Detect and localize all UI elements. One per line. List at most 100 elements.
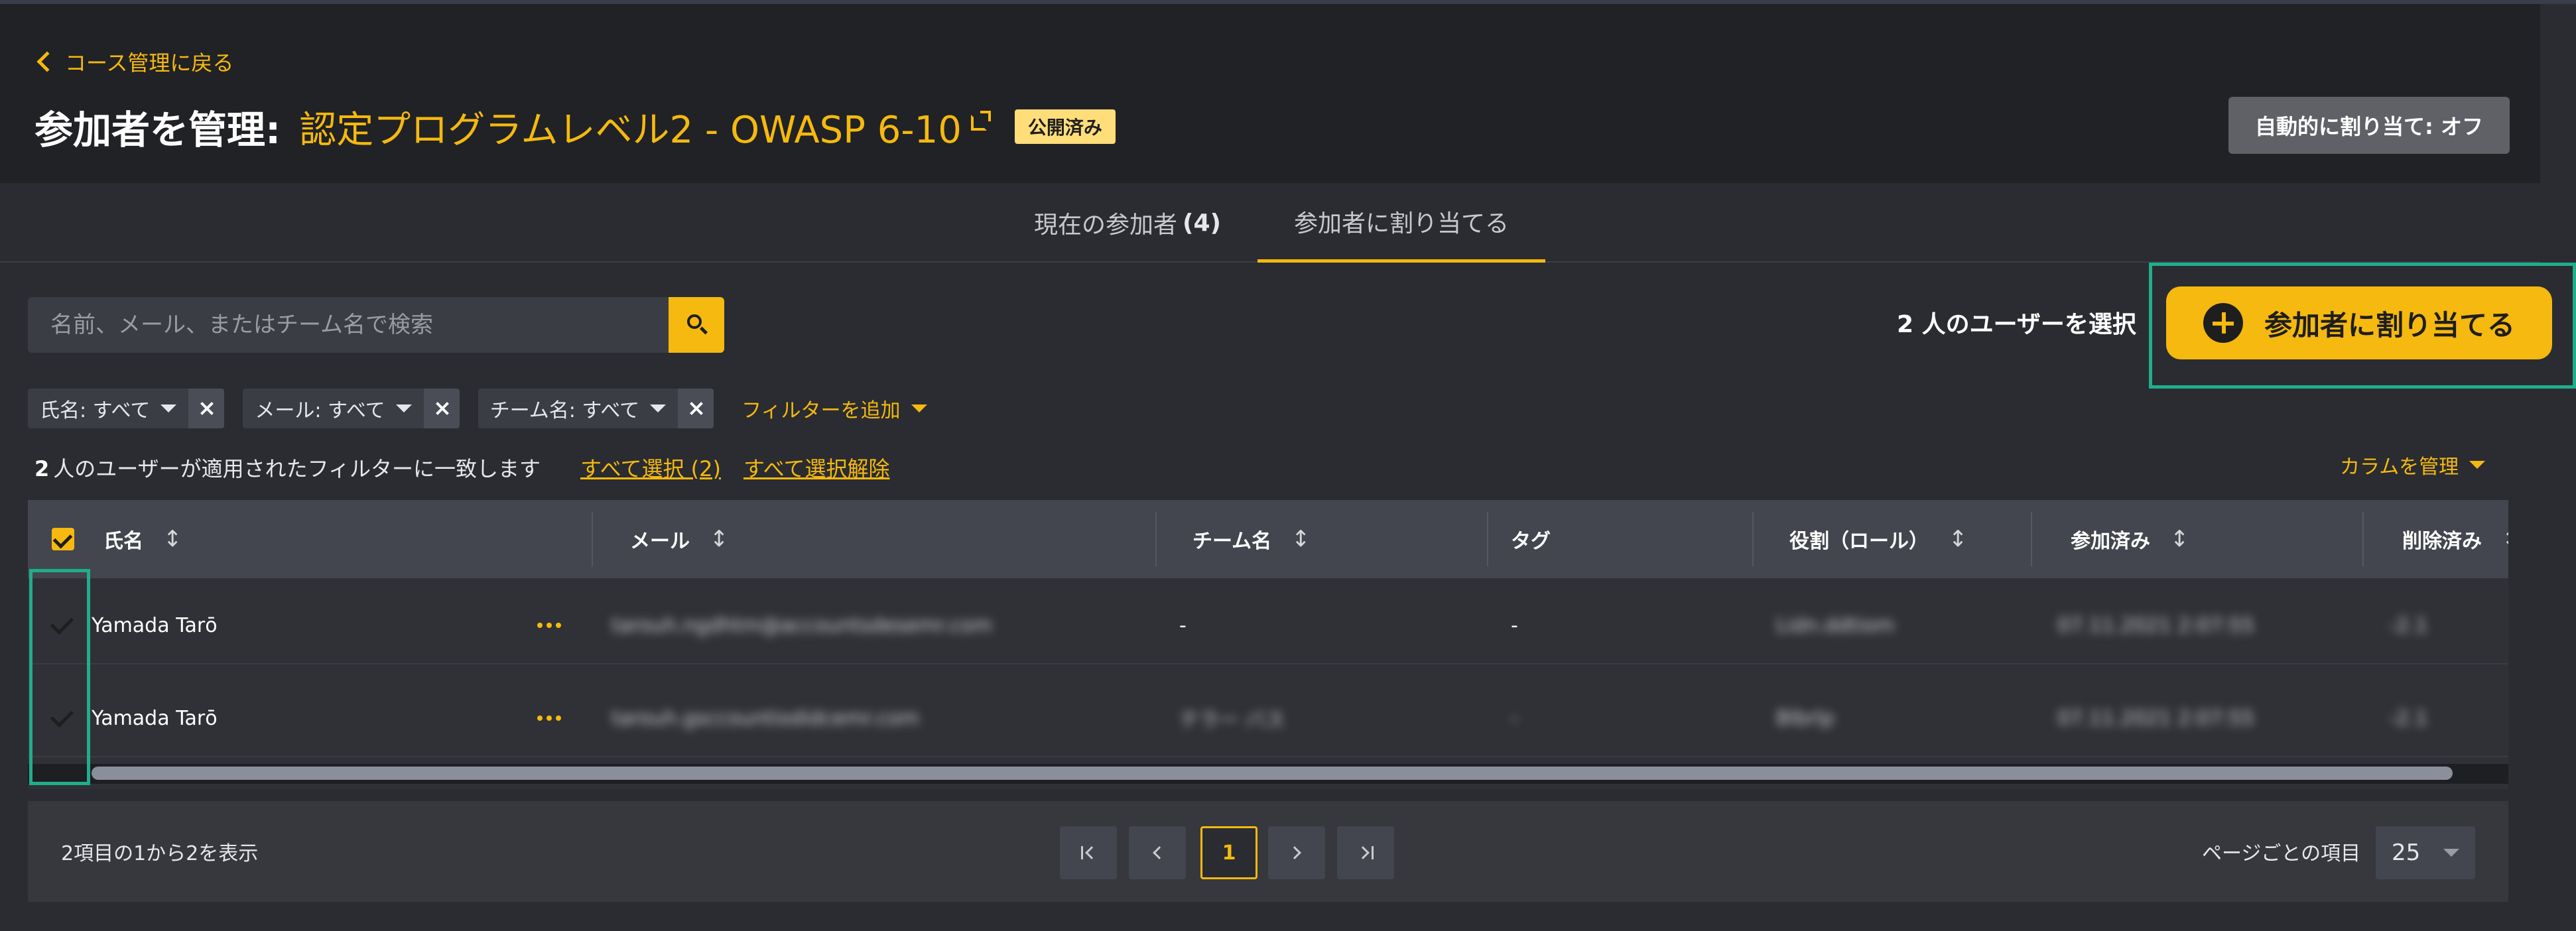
caret-down-icon [2443,849,2459,857]
sort-icon: ↕ [1291,526,1311,552]
filter-chip-email: メール: すべて [243,389,460,428]
per-page-value: 25 [2392,839,2421,866]
caret-down-icon [161,404,177,412]
remove-filter-name-icon[interactable] [188,389,225,428]
selected-users-count: 2 人のユーザーを選択 [1897,311,2136,338]
table-row[interactable]: Yamada Tarō tarouh.gsccountiodidcemr.com… [28,679,2508,757]
first-page-button[interactable] [1060,826,1117,879]
search-input[interactable] [28,297,669,353]
column-header-joined[interactable]: 参加済み ↕ [2071,500,2189,578]
manage-columns-dropdown[interactable]: カラムを管理 [2340,448,2486,481]
caret-down-icon [650,404,667,412]
assign-button-label: 参加者に割り当てる [2264,308,2516,341]
search-bar [28,297,724,353]
page-title-label: 参加者を管理: [34,107,281,153]
select-all-checkbox[interactable] [52,500,74,578]
column-header-email[interactable]: メール ↕ [630,500,729,578]
column-header-tag[interactable]: タグ [1511,500,1551,578]
cell-deleted: -2.1 [2389,613,2428,637]
caret-down-icon [395,404,412,412]
row-checkbox-highlight [29,569,90,785]
match-description: 人のユーザーが適用されたフィルターに一致します [53,456,541,481]
sort-icon: ↕ [2170,526,2189,552]
deselect-all-link[interactable]: すべて選択解除 [743,452,889,483]
course-name-link[interactable]: 認定プログラムレベル2 - OWASP 6-10 [299,100,962,154]
filter-name-label: 氏名: すべて [40,399,151,422]
per-page-select[interactable]: 25 [2376,826,2475,879]
cell-name: Yamada Tarō [92,706,218,730]
external-link-icon[interactable] [970,111,991,131]
cell-email: tarouh.ngdhtm@accountsdesemr.com [612,613,992,637]
filter-match-summary: 2 人のユーザーが適用されたフィルターに一致します すべて選択 (2) すべて選択… [34,451,889,484]
chevron-left-icon [1153,846,1166,859]
chevron-left-icon [36,51,58,72]
caret-down-icon [911,404,927,412]
chevron-right-icon [1288,846,1301,859]
filter-email-dropdown[interactable]: メール: すべて [243,389,423,428]
next-page-button[interactable] [1268,826,1325,879]
remove-filter-email-icon[interactable] [423,389,460,428]
chevron-first-icon [1084,846,1098,859]
cell-joined: 07.11.2021 2:07:55 [2057,706,2254,730]
select-all-link[interactable]: すべて選択 (2) [580,452,721,483]
match-count-text: 2 人のユーザーが適用されたフィルターに一致します [34,452,541,483]
sort-icon: ↕ [710,526,729,552]
cell-role: Blbrlp [1776,706,1835,730]
users-table: 氏名↕ メール↕ チーム名↕ タグ 役割（ロール）↕ 参加済み↕ 削除済み↕ Y… [28,500,2508,789]
cell-team: テラー バス [1179,709,1285,732]
table-row[interactable]: Yamada Tarō tarouh.ngdhtm@accountsdesemr… [28,586,2508,664]
sort-icon: ↕ [2502,526,2508,552]
page-title: 参加者を管理: 認定プログラムレベル2 - OWASP 6-10 公開済み [34,97,1116,156]
row-actions-icon[interactable] [537,679,561,757]
filter-email-label: メール: すべて [255,399,385,422]
cell-tag: - [1511,706,1518,730]
tab-current-label: 現在の参加者 [1034,212,1178,239]
scrollbar-thumb[interactable] [92,767,2453,780]
tab-current-count: (4) [1183,209,1221,237]
back-link-label: コース管理に戻る [65,50,234,76]
checkbox-checked-icon [52,528,74,550]
search-icon [687,314,702,329]
tab-bar: 現在の参加者 (4) 参加者に割り当てる [0,183,2540,263]
filter-bar: 氏名: すべて メール: すべて チーム名: すべて フィルターを追加 [28,389,927,428]
add-filter-dropdown[interactable]: フィルターを追加 [741,394,927,423]
sort-icon: ↕ [1949,526,1968,552]
filter-chip-name: 氏名: すべて [28,389,225,428]
status-badge: 公開済み [1014,109,1116,144]
filter-team-label: チーム名: すべて [489,399,640,422]
cell-team: - [1179,613,1187,637]
manage-columns-label: カラムを管理 [2340,456,2459,479]
previous-page-button[interactable] [1129,826,1186,879]
column-header-team[interactable]: チーム名 ↕ [1192,500,1311,578]
filter-name-dropdown[interactable]: 氏名: すべて [28,389,188,428]
last-page-button[interactable] [1337,826,1394,879]
back-to-course-link[interactable]: コース管理に戻る [34,45,233,78]
column-header-deleted[interactable]: 削除済み↕ [2402,500,2508,578]
match-count: 2 [34,456,50,481]
page-1-button[interactable]: 1 [1200,826,1257,879]
cell-deleted: -2.1 [2389,706,2428,730]
search-button[interactable] [669,297,724,353]
remove-filter-team-icon[interactable] [678,389,714,428]
caret-down-icon [2469,461,2486,469]
horizontal-scrollbar[interactable] [28,764,2508,784]
auto-assign-toggle-button[interactable]: 自動的に割り当て: オフ [2228,97,2510,154]
cell-tag: - [1511,613,1518,637]
assign-participants-button[interactable]: 参加者に割り当てる [2166,286,2552,359]
tab-current-participants[interactable]: 現在の参加者 (4) [1008,183,1247,263]
cell-name: Yamada Tarō [92,613,218,637]
table-header: 氏名↕ メール↕ チーム名↕ タグ 役割（ロール）↕ 参加済み↕ 削除済み↕ [28,500,2508,578]
showing-items-text: 2項目の1から2を表示 [61,842,259,865]
filter-team-dropdown[interactable]: チーム名: すべて [478,389,678,428]
plus-circle-icon [2203,303,2243,343]
pagination-bar: 2項目の1から2を表示 1 ページごとの項目 25 [28,801,2508,902]
filter-chip-team: チーム名: すべて [478,389,714,428]
row-actions-icon[interactable] [537,586,561,664]
cell-joined: 07.11.2021 2:07:55 [2057,613,2254,637]
column-header-name[interactable]: 氏名 ↕ [103,500,182,578]
page-header: コース管理に戻る 参加者を管理: 認定プログラムレベル2 - OWASP 6-1… [0,4,2540,183]
sort-icon: ↕ [163,526,182,552]
column-header-role[interactable]: 役割（ロール） ↕ [1789,500,1968,578]
tab-assign-participants[interactable]: 参加者に割り当てる [1257,183,1545,263]
cell-email: tarouh.gsccountiodidcemr.com [612,706,920,730]
